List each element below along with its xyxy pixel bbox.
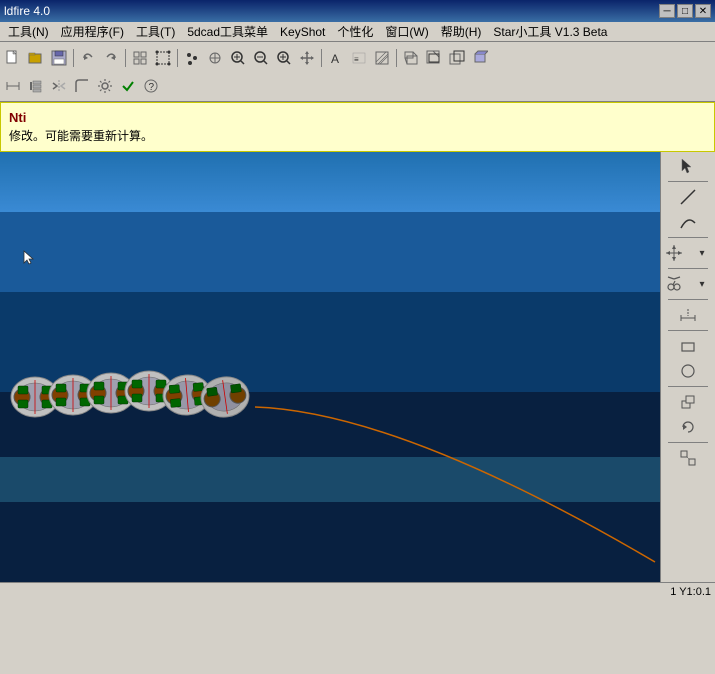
rp-sep1	[668, 181, 708, 182]
rp-sep2	[668, 237, 708, 238]
rp-sep7	[668, 442, 708, 443]
svg-text:?: ?	[149, 82, 155, 93]
sep1	[73, 49, 74, 67]
rp-scale-tool[interactable]	[675, 446, 701, 470]
notification-text: 修改。可能需要重新计算。	[9, 127, 706, 144]
close-button[interactable]: ✕	[695, 4, 711, 18]
menu-item-5dcad[interactable]: 5dcad工具菜单	[181, 21, 274, 42]
chain-drawing	[0, 252, 660, 582]
notification-bar: Nti 修改。可能需要重新计算。	[0, 102, 715, 152]
tb-zoom-out[interactable]	[250, 47, 272, 69]
menu-item-star[interactable]: Star小工具 V1.3 Beta	[487, 21, 613, 42]
tb-dim2[interactable]: ≡	[348, 47, 370, 69]
rp-rotate-tool[interactable]	[675, 415, 701, 439]
tb-3d-view2[interactable]	[446, 47, 468, 69]
svg-text:≡: ≡	[354, 55, 359, 64]
tb-3d-solid[interactable]	[469, 47, 491, 69]
rp-transform-row: ▾	[661, 241, 715, 265]
menu-bar: 工具(N) 应用程序(F) 工具(T) 5dcad工具菜单 KeyShot 个性…	[0, 22, 715, 42]
notification-title: Nti	[9, 110, 706, 125]
tb2-fillet[interactable]	[71, 75, 93, 97]
menu-item-keyshot[interactable]: KeyShot	[274, 23, 331, 41]
rp-circle-tool[interactable]	[675, 359, 701, 383]
sep3	[177, 49, 178, 67]
tb-select-box[interactable]	[152, 47, 174, 69]
rp-transform-expand[interactable]: ▾	[689, 241, 715, 265]
sep2	[125, 49, 126, 67]
status-coords: 1 Y1:0.1	[670, 586, 711, 598]
window-controls[interactable]: ─ □ ✕	[659, 4, 711, 18]
tb-3d-view1[interactable]	[423, 47, 445, 69]
tb-zoom-fit[interactable]	[227, 47, 249, 69]
rp-line-tool[interactable]	[675, 185, 701, 209]
sky-background	[0, 152, 660, 212]
rp-sep6	[668, 386, 708, 387]
toolbar-area: A ≡	[0, 42, 715, 102]
tb-zoom-in[interactable]	[273, 47, 295, 69]
tb-hatch[interactable]	[371, 47, 393, 69]
tb2-dimension[interactable]	[2, 75, 24, 97]
rp-sep3	[668, 268, 708, 269]
rp-dim-row	[675, 303, 701, 327]
tb2-settings[interactable]	[94, 75, 116, 97]
tb-undo[interactable]	[77, 47, 99, 69]
tb-grid[interactable]	[129, 47, 151, 69]
menu-item-window[interactable]: 窗口(W)	[379, 21, 434, 42]
sep5	[396, 49, 397, 67]
tb-open[interactable]	[25, 47, 47, 69]
minimize-button[interactable]: ─	[659, 4, 675, 18]
rp-curve-tool[interactable]	[675, 210, 701, 234]
maximize-button[interactable]: □	[677, 4, 693, 18]
toolbar-1: A ≡	[2, 44, 713, 72]
tb-redo[interactable]	[100, 47, 122, 69]
menu-item-help[interactable]: 帮助(H)	[435, 21, 488, 42]
rp-sep5	[668, 330, 708, 331]
tb2-help[interactable]: ?	[140, 75, 162, 97]
menu-item-tools2[interactable]: 工具(T)	[130, 21, 181, 42]
rp-transform-tool[interactable]	[661, 241, 687, 265]
tb-save[interactable]	[48, 47, 70, 69]
tb2-mirror[interactable]	[48, 75, 70, 97]
rp-dim-tool[interactable]	[675, 303, 701, 327]
app-title: ldfire 4.0	[4, 4, 50, 18]
tb-new[interactable]	[2, 47, 24, 69]
tb-3d-box[interactable]	[400, 47, 422, 69]
tb-pan[interactable]	[296, 47, 318, 69]
rp-sep4	[668, 299, 708, 300]
title-bar: ldfire 4.0 ─ □ ✕	[0, 0, 715, 22]
sep4	[321, 49, 322, 67]
tb2-align[interactable]	[25, 75, 47, 97]
tb-snap[interactable]	[204, 47, 226, 69]
rp-trim-tool[interactable]	[661, 272, 687, 296]
right-panel: ▾ ▾	[660, 152, 715, 582]
status-bar: 1 Y1:0.1	[0, 582, 715, 600]
toolbar-2: ?	[2, 73, 713, 99]
viewport[interactable]	[0, 152, 660, 582]
main-area: ▾ ▾	[0, 152, 715, 582]
tb-point[interactable]	[181, 47, 203, 69]
menu-item-tools[interactable]: 工具(N)	[2, 21, 55, 42]
tb2-check[interactable]	[117, 75, 139, 97]
rp-select-tool[interactable]	[675, 154, 701, 178]
rp-move-tool[interactable]	[675, 390, 701, 414]
tb-text[interactable]: A	[325, 47, 347, 69]
menu-item-app[interactable]: 应用程序(F)	[55, 21, 130, 42]
menu-item-personal[interactable]: 个性化	[331, 21, 379, 42]
rp-rect-tool[interactable]	[675, 334, 701, 358]
rp-trim-row: ▾	[661, 272, 715, 296]
svg-text:A: A	[331, 52, 339, 66]
rp-trim-expand[interactable]: ▾	[689, 272, 715, 296]
